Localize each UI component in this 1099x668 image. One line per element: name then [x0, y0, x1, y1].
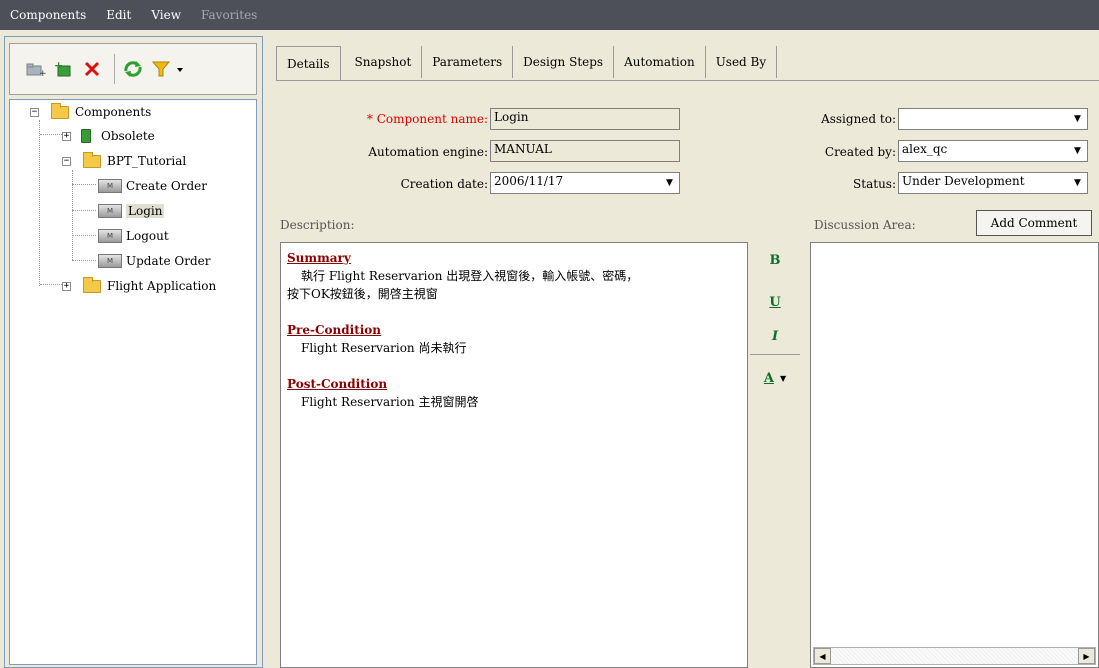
precondition-heading: Pre-Condition — [287, 323, 382, 337]
font-color-label: A — [763, 370, 774, 386]
assigned-to-label: Assigned to: — [821, 112, 896, 126]
tree-label: Obsolete — [101, 129, 155, 143]
status-select[interactable]: Under Development ▼ — [898, 172, 1088, 194]
tab-design-steps[interactable]: Design Steps — [513, 46, 615, 78]
tree-label: Logout — [126, 229, 169, 243]
tree-node-create-order[interactable]: M Create Order — [98, 176, 207, 196]
menu-favorites: Favorites — [201, 8, 258, 22]
summary-line-2: 按下OK按鈕後，開啓主視窗 — [287, 287, 438, 301]
underline-button[interactable]: U — [750, 290, 800, 314]
dropdown-arrow-icon[interactable]: ▼ — [1067, 109, 1087, 129]
creation-date-value: 2006/11/17 — [494, 174, 564, 188]
tree-label: Login — [126, 204, 165, 218]
svg-text:+: + — [54, 60, 63, 72]
summary-heading: Summary — [287, 251, 351, 265]
tree-node-flight-application[interactable]: + Flight Application — [62, 276, 216, 296]
tab-used-by[interactable]: Used By — [706, 46, 778, 78]
assigned-to-select[interactable]: ▼ — [898, 108, 1088, 130]
creation-date-field[interactable]: 2006/11/17 ▼ — [490, 172, 680, 194]
manual-component-icon: M — [98, 254, 122, 268]
created-by-label: Created by: — [824, 145, 896, 159]
delete-icon[interactable] — [80, 57, 104, 81]
component-name-field[interactable]: Login — [490, 108, 680, 130]
created-by-select[interactable]: alex_qc ▼ — [898, 140, 1088, 162]
manual-component-icon: M — [98, 179, 122, 193]
description-editor[interactable]: Summary 執行 Flight Reservarion 出現登入視窗後，輸入… — [280, 242, 748, 668]
filter-icon[interactable] — [149, 57, 189, 81]
menu-components[interactable]: Components — [0, 0, 96, 30]
tab-parameters[interactable]: Parameters — [422, 46, 514, 78]
folder-icon — [83, 276, 101, 293]
recycle-bin-icon — [81, 129, 91, 143]
add-comment-button[interactable]: Add Comment — [976, 210, 1092, 236]
format-toolbar: B U I A ▼ — [750, 242, 800, 668]
tree-node-update-order[interactable]: M Update Order — [98, 251, 210, 271]
discussion-area[interactable]: ◀ ▶ — [810, 242, 1099, 668]
dropdown-arrow-icon[interactable]: ▼ — [1067, 141, 1087, 161]
components-tree[interactable]: − Components + Obsolete − BPT_Tutorial M… — [9, 99, 257, 665]
expand-icon[interactable]: + — [62, 281, 71, 291]
collapse-icon[interactable]: − — [30, 107, 39, 117]
folder-icon — [51, 102, 69, 119]
tree-node-obsolete[interactable]: + Obsolete — [62, 126, 155, 146]
scroll-right-icon[interactable]: ▶ — [1078, 648, 1095, 664]
toolbar-separator — [114, 54, 115, 84]
tab-divider — [276, 80, 1099, 81]
tree-label: Update Order — [126, 254, 211, 268]
tab-details[interactable]: Details — [276, 46, 341, 80]
italic-button[interactable]: I — [750, 324, 800, 348]
dropdown-arrow-icon[interactable]: ▼ — [1067, 173, 1087, 193]
tree-label: Components — [75, 105, 152, 119]
component-name-label-text: Component name: — [376, 112, 488, 126]
precondition-text: Flight Reservarion 尚未執行 — [301, 341, 467, 355]
dropdown-arrow-icon[interactable]: ▼ — [659, 173, 679, 193]
tree-label: Create Order — [126, 179, 208, 193]
creation-date-label: Creation date: — [400, 177, 488, 191]
postcondition-heading: Post-Condition — [287, 377, 388, 391]
tree-toolbar: + + — [9, 43, 257, 95]
menu-view[interactable]: View — [141, 0, 191, 30]
tree-node-login[interactable]: M Login — [98, 201, 165, 221]
tree-label: BPT_Tutorial — [107, 154, 187, 168]
status-value: Under Development — [902, 174, 1025, 188]
new-folder-icon[interactable]: + — [24, 57, 48, 81]
menu-edit[interactable]: Edit — [96, 0, 141, 30]
collapse-icon[interactable]: − — [62, 156, 71, 166]
components-panel: + + − Components + Obsolete − BPT_Tutori… — [4, 36, 263, 668]
tab-snapshot[interactable]: Snapshot — [345, 46, 423, 78]
menu-bar: Components Edit View Favorites — [0, 0, 1099, 30]
status-label: Status: — [853, 177, 896, 191]
details-panel: Details Snapshot Parameters Design Steps… — [270, 36, 1099, 668]
component-name-label: * Component name: — [350, 112, 488, 126]
dropdown-arrow-icon: ▼ — [779, 373, 787, 383]
format-divider — [750, 354, 800, 355]
tab-bar: Details Snapshot Parameters Design Steps… — [276, 46, 778, 80]
automation-engine-field: MANUAL — [490, 140, 680, 162]
discussion-label: Discussion Area: — [814, 218, 916, 232]
svg-text:+: + — [39, 69, 46, 77]
manual-component-icon: M — [98, 204, 122, 218]
scroll-left-icon[interactable]: ◀ — [814, 648, 831, 664]
summary-line-1: 執行 Flight Reservarion 出現登入視窗後，輸入帳號、密碼， — [301, 269, 639, 283]
manual-component-icon: M — [98, 229, 122, 243]
tree-node-bpt-tutorial[interactable]: − BPT_Tutorial — [62, 151, 186, 171]
automation-engine-label: Automation engine: — [368, 145, 488, 159]
tab-automation[interactable]: Automation — [614, 46, 706, 78]
tree-label: Flight Application — [107, 279, 217, 293]
folder-icon — [83, 151, 101, 168]
description-label: Description: — [280, 218, 355, 232]
horizontal-scrollbar[interactable]: ◀ ▶ — [813, 647, 1096, 665]
required-marker: * — [366, 112, 373, 126]
tree-node-logout[interactable]: M Logout — [98, 226, 169, 246]
refresh-icon[interactable] — [121, 57, 145, 81]
expand-icon[interactable]: + — [62, 131, 71, 141]
postcondition-text: Flight Reservarion 主視窗開啓 — [301, 395, 479, 409]
new-component-icon[interactable]: + — [52, 57, 76, 81]
bold-button[interactable]: B — [750, 248, 800, 272]
tree-node-components[interactable]: − Components — [30, 102, 151, 122]
created-by-value: alex_qc — [902, 142, 948, 156]
font-color-button[interactable]: A ▼ — [750, 366, 800, 390]
